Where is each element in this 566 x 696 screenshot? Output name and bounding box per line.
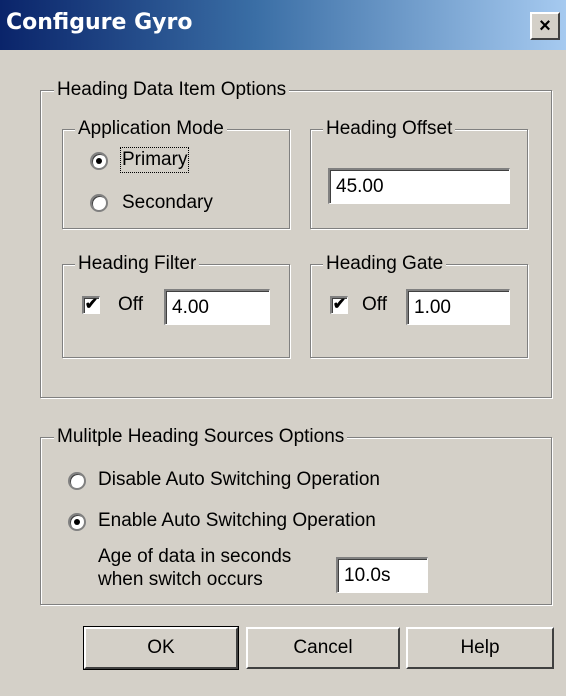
heading-gate-input[interactable] — [406, 289, 510, 325]
enable-auto-switching-radio[interactable] — [68, 513, 86, 531]
window-title: Configure Gyro — [6, 10, 193, 35]
disable-auto-switching-label[interactable]: Disable Auto Switching Operation — [98, 469, 380, 491]
heading-offset-input[interactable] — [328, 168, 510, 204]
disable-auto-switching-radio[interactable] — [68, 472, 86, 490]
close-icon: × — [539, 15, 551, 37]
radio-selected-dot — [74, 519, 80, 525]
help-button[interactable]: Help — [406, 627, 554, 669]
help-button-label: Help — [460, 637, 500, 658]
cancel-button-label: Cancel — [293, 637, 353, 658]
application-mode-group — [62, 129, 290, 229]
secondary-label[interactable]: Secondary — [122, 192, 213, 214]
heading-gate-off-checkbox[interactable]: ✔ — [330, 296, 348, 314]
application-mode-legend: Application Mode — [75, 118, 227, 140]
heading-gate-legend: Heading Gate — [323, 253, 447, 275]
ok-button[interactable]: OK — [83, 626, 239, 670]
heading-filter-off-checkbox[interactable]: ✔ — [82, 296, 100, 314]
age-of-data-label-line1: Age of data in seconds — [98, 546, 292, 567]
heading-offset-legend: Heading Offset — [323, 118, 456, 140]
age-of-data-label-line2: when switch occurs — [98, 569, 263, 590]
close-button[interactable]: × — [530, 12, 560, 40]
heading-gate-off-label[interactable]: Off — [362, 294, 387, 316]
heading-filter-input[interactable] — [164, 289, 270, 325]
check-mark-icon: ✔ — [332, 296, 347, 313]
age-of-data-input[interactable] — [336, 557, 428, 593]
ok-button-label: OK — [147, 637, 175, 658]
check-mark-icon: ✔ — [84, 296, 99, 313]
heading-filter-off-label[interactable]: Off — [118, 294, 143, 316]
radio-selected-dot — [96, 158, 102, 164]
heading-filter-legend: Heading Filter — [75, 253, 200, 275]
enable-auto-switching-label[interactable]: Enable Auto Switching Operation — [98, 510, 376, 532]
primary-radio[interactable] — [90, 152, 108, 170]
cancel-button[interactable]: Cancel — [246, 627, 400, 669]
secondary-radio[interactable] — [90, 194, 108, 212]
configure-gyro-dialog: Configure Gyro × Heading Data Item Optio… — [0, 0, 566, 696]
multiple-sources-legend: Mulitple Heading Sources Options — [54, 426, 348, 448]
heading-data-legend: Heading Data Item Options — [54, 79, 290, 101]
primary-label[interactable]: Primary — [119, 147, 190, 173]
title-bar[interactable]: Configure Gyro × — [0, 0, 566, 50]
